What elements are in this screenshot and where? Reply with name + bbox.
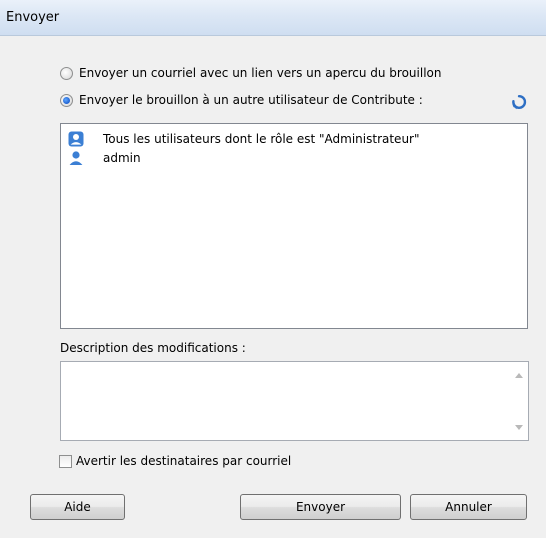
send-to-user-label[interactable]: Envoyer le brouillon à un autre utilisat… (79, 93, 423, 107)
email-link-option[interactable]: Envoyer un courriel avec un lien vers un… (60, 64, 441, 82)
notify-label[interactable]: Avertir les destinataires par courriel (76, 454, 291, 468)
list-item[interactable]: admin (67, 149, 141, 167)
list-item-label: admin (103, 151, 141, 165)
cancel-button[interactable]: Annuler (410, 494, 527, 520)
send-button[interactable]: Envoyer (240, 494, 401, 520)
email-link-radio[interactable] (60, 66, 73, 80)
description-label: Description des modifications : (60, 341, 246, 355)
notify-checkbox[interactable] (59, 454, 72, 468)
send-to-user-option[interactable]: Envoyer le brouillon à un autre utilisat… (60, 91, 423, 109)
help-button[interactable]: Aide (30, 494, 125, 520)
refresh-icon[interactable] (510, 93, 528, 111)
user-icon (67, 149, 85, 167)
send-to-user-radio[interactable] (60, 93, 73, 107)
user-list[interactable]: Tous les utilisateurs dont le rôle est "… (60, 123, 528, 329)
notify-option[interactable]: Avertir les destinataires par courriel (59, 452, 291, 470)
window-title: Envoyer (6, 10, 60, 25)
list-item[interactable]: Tous les utilisateurs dont le rôle est "… (67, 130, 420, 148)
list-item-label: Tous les utilisateurs dont le rôle est "… (103, 132, 420, 146)
user-group-icon (67, 130, 85, 148)
scroll-up-icon[interactable] (515, 373, 523, 378)
send-dialog: Envoyer Envoyer un courriel avec un lien… (0, 0, 546, 538)
description-scrollbar[interactable] (511, 362, 528, 440)
email-link-label[interactable]: Envoyer un courriel avec un lien vers un… (79, 66, 441, 80)
scroll-down-icon[interactable] (515, 425, 523, 430)
description-field[interactable] (60, 361, 529, 441)
title-bar: Envoyer (0, 0, 546, 36)
